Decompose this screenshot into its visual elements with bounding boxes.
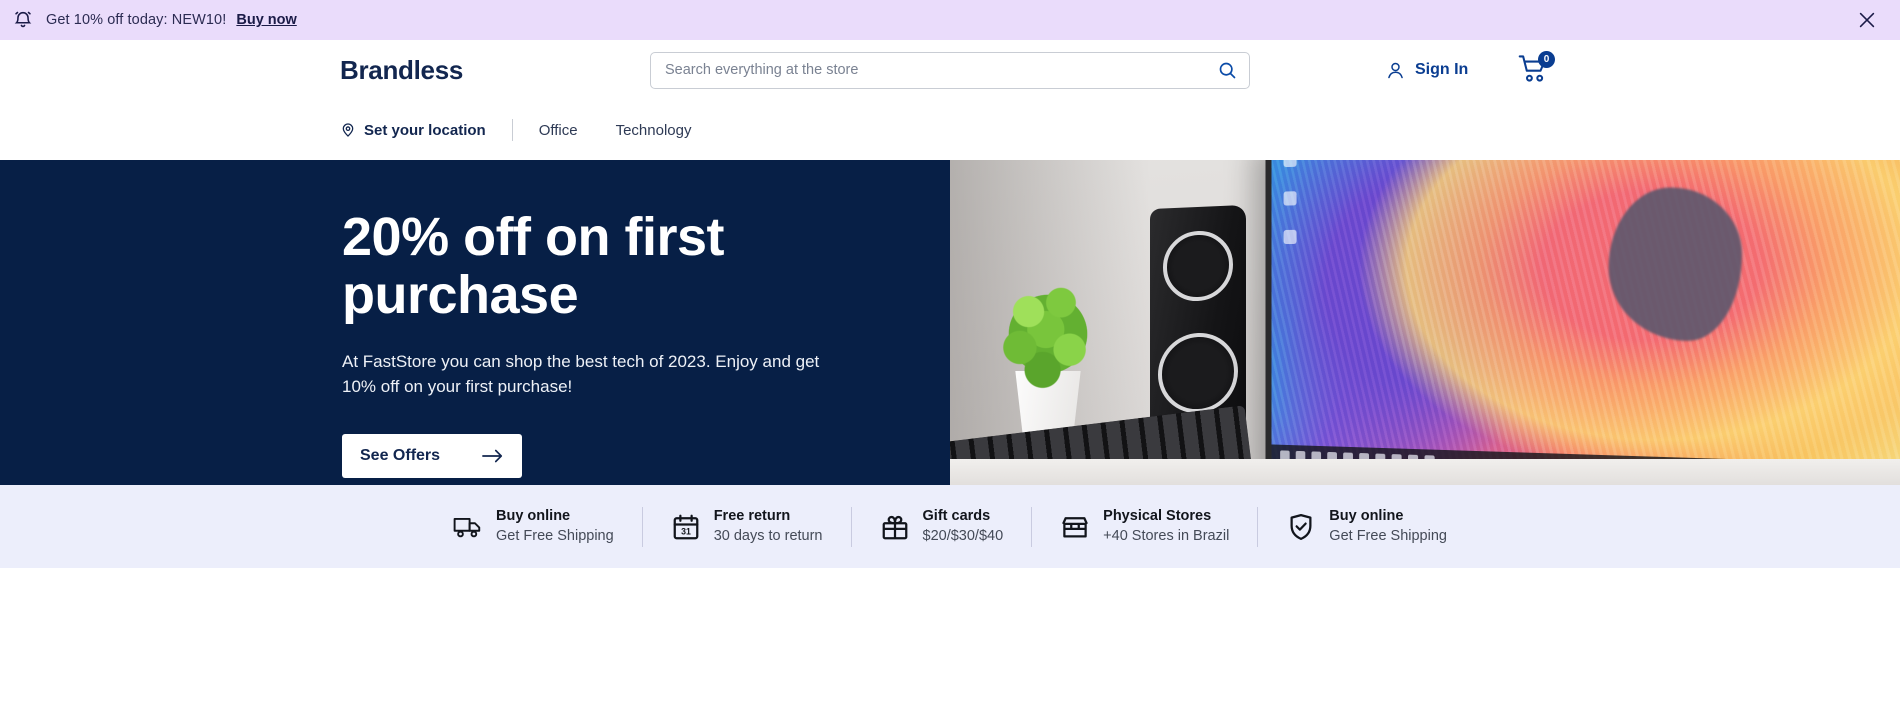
promo-text: Get 10% off today: NEW10! [46,12,227,28]
search-button[interactable] [1205,53,1249,88]
feature-strip: Buy online Get Free Shipping 31 Free ret… [0,485,1900,568]
nav-link-technology[interactable]: Technology [616,122,692,139]
feature-title: Buy online [496,507,571,524]
feature-desc: Get Free Shipping [496,527,614,544]
set-location-button[interactable]: Set your location [340,122,486,139]
see-offers-label: See Offers [360,446,441,464]
nav-divider [511,119,513,141]
search-input[interactable] [651,62,1205,78]
feature-title: Physical Stores [1103,507,1212,524]
feature-physical-stores[interactable]: Physical Stores +40 Stores in Brazil [1032,507,1257,546]
feature-desc: Get Free Shipping [1329,527,1447,544]
promo-banner: Get 10% off today: NEW10! Buy now [0,0,1900,40]
feature-desc: +40 Stores in Brazil [1103,527,1230,544]
feature-buy-online-shipping[interactable]: Buy online Get Free Shipping [425,507,642,546]
buy-now-link[interactable]: Buy now [236,12,296,28]
hero-copy: 20% off on first purchase At FastStore y… [342,208,882,478]
sign-in-button[interactable]: Sign In [1385,60,1468,81]
sign-in-label: Sign In [1415,61,1469,78]
see-offers-button[interactable]: See Offers [342,433,522,478]
gift-icon [882,515,907,539]
desktop-icons [1283,160,1297,245]
svg-text:31: 31 [681,526,691,536]
site-header: Brandless Sign In 0 [0,40,1900,100]
category-nav: Set your location Office Technology [0,100,1900,160]
search-bar [650,51,1250,89]
store-icon [1062,516,1089,537]
feature-desc: 30 days to return [713,527,823,544]
hero-banner: 20% off on first purchase At FastStore y… [0,160,1900,485]
calendar-icon: 31 [673,514,699,539]
hero-subtitle: At FastStore you can shop the best tech … [342,351,820,397]
search-icon [1219,62,1235,78]
feature-title: Gift cards [922,507,991,524]
nav-link-office[interactable]: Office [539,122,578,139]
hero-image [950,160,1900,485]
feature-free-return[interactable]: 31 Free return 30 days to return [643,507,851,546]
feature-desc: $20/$30/$40 [922,527,1004,544]
truck-icon [453,517,481,537]
user-icon [1388,62,1403,78]
brand-logo[interactable]: Brandless [340,55,463,86]
feature-gift-cards[interactable]: Gift cards $20/$30/$40 [852,507,1032,546]
plant-foliage [994,278,1102,390]
cart-count-badge: 0 [1538,51,1555,68]
feature-buy-online-secure[interactable]: Buy online Get Free Shipping [1258,507,1475,546]
cart-button[interactable]: 0 [1518,51,1555,86]
monitor [1265,160,1900,485]
bell-icon [14,11,32,28]
feature-title: Free return [713,507,791,524]
desk-surface [950,459,1900,485]
set-location-label: Set your location [364,121,486,139]
hero-title: 20% off on first purchase [342,207,725,326]
arrow-right-icon [482,449,503,462]
shield-check-icon [1290,513,1312,540]
close-icon[interactable] [1856,9,1878,31]
wallpaper-waves [1271,160,1900,485]
feature-title: Buy online [1329,507,1404,524]
location-pin-icon [342,123,354,137]
